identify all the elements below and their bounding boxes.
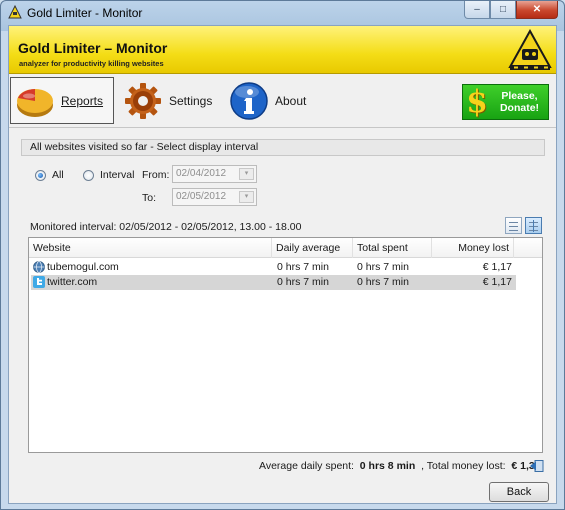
list-view-button[interactable] bbox=[505, 217, 522, 234]
from-date-value: 02/04/2012 bbox=[176, 168, 227, 179]
radio-interval[interactable]: Interval bbox=[83, 169, 134, 181]
from-date-picker[interactable]: 02/04/2012 ▾ bbox=[172, 165, 257, 183]
radio-all[interactable]: All bbox=[35, 169, 64, 181]
table-header: Website Daily average Total spent Money … bbox=[29, 238, 542, 258]
radio-interval-dot[interactable] bbox=[83, 169, 94, 181]
pie-chart-icon bbox=[17, 88, 53, 117]
radio-all-dot[interactable] bbox=[35, 169, 46, 181]
column-header-money-lost[interactable]: Money lost bbox=[432, 238, 514, 258]
cell-total-spent: 0 hrs 7 min bbox=[357, 261, 409, 273]
calendar-dropdown-icon[interactable]: ▾ bbox=[239, 168, 254, 180]
to-label: To: bbox=[142, 192, 157, 204]
warning-logo-icon bbox=[508, 29, 552, 70]
websites-table[interactable]: Website Daily average Total spent Money … bbox=[28, 237, 543, 453]
cell-daily-average: 0 hrs 7 min bbox=[277, 276, 329, 288]
to-date-value: 02/05/2012 bbox=[176, 191, 227, 202]
close-button[interactable]: ✕ bbox=[516, 1, 558, 19]
main-panel: Gold Limiter – Monitor analyzer for prod… bbox=[8, 25, 557, 504]
donate-line-2: Donate! bbox=[499, 102, 540, 114]
total-lost-label: , Total money lost: bbox=[421, 460, 506, 472]
donate-button[interactable]: $ Please, Donate! bbox=[462, 84, 549, 120]
cell-money-lost: € 1,17 bbox=[482, 276, 512, 288]
tab-settings-label: Settings bbox=[169, 93, 213, 108]
tab-settings[interactable]: Settings bbox=[123, 77, 223, 124]
donate-label: Please, Donate! bbox=[491, 90, 548, 114]
cell-money-lost: € 1,17 bbox=[482, 261, 512, 273]
tab-about[interactable]: About bbox=[229, 77, 319, 124]
section-header: All websites visited so far - Select dis… bbox=[21, 139, 545, 156]
avg-daily-label: Average daily spent: bbox=[259, 460, 354, 472]
toolbar-divider bbox=[9, 127, 556, 128]
title-bar[interactable]: Gold Limiter - Monitor – □ ✕ bbox=[1, 1, 564, 25]
gear-icon bbox=[125, 82, 161, 119]
export-icon[interactable] bbox=[530, 460, 544, 472]
app-window: Gold Limiter - Monitor – □ ✕ Gold Limite… bbox=[0, 0, 565, 510]
globe-icon bbox=[33, 261, 45, 273]
app-subtitle: analyzer for productivity killing websit… bbox=[19, 59, 164, 68]
app-title: Gold Limiter – Monitor bbox=[18, 40, 168, 56]
twitter-icon bbox=[33, 276, 45, 288]
from-label: From: bbox=[142, 169, 170, 181]
window-title: Gold Limiter - Monitor bbox=[27, 6, 143, 20]
cell-daily-average: 0 hrs 7 min bbox=[277, 261, 329, 273]
cell-website: tubemogul.com bbox=[47, 261, 119, 273]
tab-reports[interactable]: Reports bbox=[10, 77, 114, 124]
maximize-button[interactable]: □ bbox=[490, 1, 516, 19]
monitored-interval: Monitored interval: 02/05/2012 - 02/05/2… bbox=[30, 221, 302, 233]
info-icon bbox=[230, 81, 268, 120]
back-button[interactable]: Back bbox=[489, 482, 549, 502]
tab-about-label: About bbox=[275, 93, 307, 108]
cell-total-spent: 0 hrs 7 min bbox=[357, 276, 409, 288]
to-date-picker[interactable]: 02/05/2012 ▾ bbox=[172, 188, 257, 206]
app-logo-icon bbox=[8, 5, 22, 19]
table-row[interactable]: tubemogul.com 0 hrs 7 min 0 hrs 7 min € … bbox=[31, 260, 516, 275]
header-banner: Gold Limiter – Monitor analyzer for prod… bbox=[9, 26, 556, 74]
column-header-website[interactable]: Website bbox=[29, 238, 272, 258]
grid-view-button[interactable] bbox=[525, 217, 542, 234]
avg-daily-value: 0 hrs 8 min bbox=[359, 460, 416, 472]
calendar-dropdown-icon[interactable]: ▾ bbox=[239, 191, 254, 203]
radio-interval-label: Interval bbox=[100, 169, 135, 181]
minimize-button[interactable]: – bbox=[464, 1, 490, 19]
cell-website: twitter.com bbox=[47, 276, 98, 288]
donate-line-1: Please, bbox=[501, 90, 538, 102]
column-header-total-spent[interactable]: Total spent bbox=[353, 238, 432, 258]
main-toolbar: Reports Settings About $ Please, Donate! bbox=[9, 76, 556, 126]
radio-all-label: All bbox=[52, 169, 64, 181]
tab-reports-label: Reports bbox=[61, 93, 104, 108]
dollar-icon: $ bbox=[466, 84, 488, 120]
column-header-daily-average[interactable]: Daily average bbox=[272, 238, 353, 258]
table-row[interactable]: twitter.com 0 hrs 7 min 0 hrs 7 min € 1,… bbox=[31, 275, 516, 290]
summary-line: Average daily spent: 0 hrs 8 min , Total… bbox=[259, 460, 541, 472]
